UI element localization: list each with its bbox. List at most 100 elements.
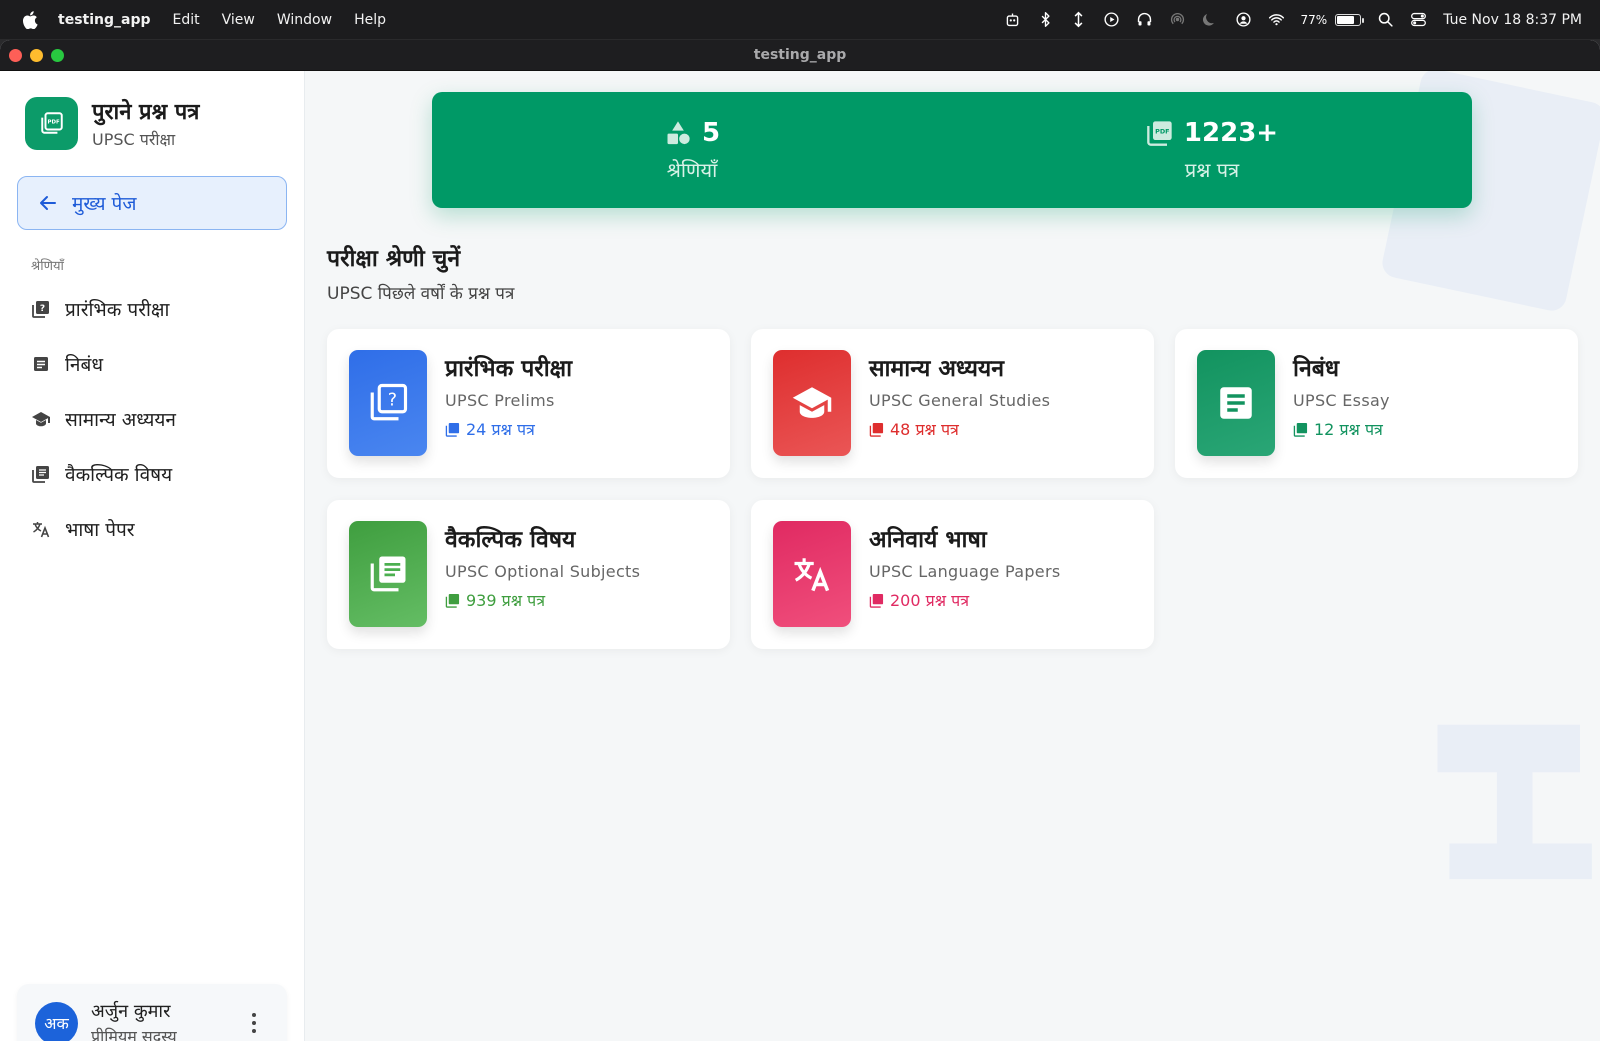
card-paper-count: 12 प्रश्न पत्र (1293, 418, 1390, 440)
menu-bar: testing_app Edit View Window Help 77% Tu… (0, 0, 1600, 39)
moon-icon[interactable] (1202, 11, 1219, 28)
sidebar-item-label: वैकल्पिक विषय (65, 463, 173, 486)
sidebar-item-optional-subjects[interactable]: वैकल्पिक विषय (20, 446, 285, 501)
papers-count: 1223+ (1183, 117, 1279, 148)
app-window: testing_app PDF पुराने प्रश्न पत्र UPSC … (0, 40, 1600, 1041)
card-paper-count: 48 प्रश्न पत्र (869, 418, 1050, 440)
pdf-logo-icon: PDF (25, 96, 78, 150)
window-controls (9, 49, 64, 62)
clock[interactable]: Tue Nov 18 8:37 PM (1443, 12, 1582, 28)
user-card[interactable]: अक अर्जुन कुमार प्रीमियम सदस्य (17, 984, 287, 1041)
card-count-label: 200 प्रश्न पत्र (890, 591, 970, 610)
quiz-icon: ? (370, 383, 408, 421)
category-card-language-papers[interactable]: अनिवार्य भाषा UPSC Language Papers 200 प… (751, 500, 1154, 649)
card-paper-count: 939 प्रश्न पत्र (445, 589, 640, 611)
card-subtitle: UPSC Language Papers (869, 562, 1061, 581)
category-nav: ? प्रारंभिक परीक्षा निबंध सामान्य अध्ययन… (20, 281, 285, 556)
sidebar-item-label: निबंध (65, 353, 104, 376)
close-window-button[interactable] (9, 49, 22, 62)
category-card-optional-subjects[interactable]: वैकल्पिक विषय UPSC Optional Subjects 939… (327, 500, 730, 649)
maximize-window-button[interactable] (51, 49, 64, 62)
library-books-icon (31, 464, 51, 484)
category-card-essay[interactable]: निबंध UPSC Essay 12 प्रश्न पत्र (1175, 329, 1578, 478)
main-content: 5 श्रेणियाँ PDF 1223+ प्रश्न पत्र परीक्ष… (305, 71, 1600, 1041)
svg-text:PDF: PDF (47, 120, 59, 126)
stats-banner: 5 श्रेणियाँ PDF 1223+ प्रश्न पत्र (432, 92, 1472, 208)
pdf-icon (1293, 422, 1308, 437)
categories-stat-label: श्रेणियाँ (666, 157, 718, 182)
minimize-window-button[interactable] (30, 49, 43, 62)
card-paper-count: 24 प्रश्न पत्र (445, 418, 572, 440)
card-subtitle: UPSC Essay (1293, 391, 1390, 410)
bluetooth-icon[interactable] (1037, 11, 1054, 28)
title-bar: testing_app (0, 40, 1600, 71)
menu-view[interactable]: View (222, 12, 255, 28)
sidebar: PDF पुराने प्रश्न पत्र UPSC परीक्षा मुख्… (0, 71, 305, 1041)
papers-stat: PDF 1223+ प्रश्न पत्र (952, 92, 1472, 208)
play-circle-icon[interactable] (1103, 11, 1120, 28)
home-button-label: मुख्य पेज (72, 193, 137, 215)
sidebar-item-language-papers[interactable]: भाषा पेपर (20, 501, 285, 556)
more-vert-icon[interactable] (251, 1013, 257, 1033)
svg-text:?: ? (40, 304, 45, 314)
card-icon-general-studies (773, 350, 851, 456)
card-icon-optional-subjects (349, 521, 427, 627)
card-paper-count: 200 प्रश्न पत्र (869, 589, 1060, 611)
sidebar-item-label: प्रारंभिक परीक्षा (65, 298, 170, 321)
airdrop-icon[interactable] (1169, 11, 1186, 28)
user-circle-icon[interactable] (1235, 11, 1252, 28)
battery-level-fill (1337, 15, 1355, 24)
card-count-label: 939 प्रश्न पत्र (466, 591, 546, 610)
brand: PDF पुराने प्रश्न पत्र UPSC परीक्षा (25, 96, 199, 150)
pdf-icon (869, 422, 884, 437)
category-card-general-studies[interactable]: सामान्य अध्ययन UPSC General Studies 48 प… (751, 329, 1154, 478)
search-icon[interactable] (1377, 11, 1394, 28)
card-title: सामान्य अध्ययन (869, 356, 1005, 382)
user-role: प्रीमियम सदस्य (91, 1027, 177, 1041)
page-subtitle: UPSC पिछले वर्षों के प्रश्न पत्र (327, 284, 515, 304)
section-heading: परीक्षा श्रेणी चुनें UPSC पिछले वर्षों क… (327, 241, 514, 304)
card-icon-language-papers (773, 521, 851, 627)
card-subtitle: UPSC Optional Subjects (445, 562, 641, 581)
page-title: परीक्षा श्रेणी चुनें (327, 246, 461, 272)
brand-subtitle: UPSC परीक्षा (92, 130, 176, 149)
menu-window[interactable]: Window (277, 12, 332, 28)
sidebar-item-label: भाषा पेपर (65, 518, 135, 541)
menu-edit[interactable]: Edit (173, 12, 200, 28)
control-center-icon[interactable] (1410, 11, 1427, 28)
battery-icon[interactable] (1335, 13, 1365, 26)
article-icon (1220, 387, 1252, 419)
pdf-icon (869, 593, 884, 608)
card-subtitle: UPSC Prelims (445, 391, 555, 410)
sidebar-item-prelims[interactable]: ? प्रारंभिक परीक्षा (20, 281, 285, 336)
categories-stat: 5 श्रेणियाँ (432, 92, 952, 208)
card-count-label: 12 प्रश्न पत्र (1314, 420, 1383, 439)
headphones-icon[interactable] (1136, 11, 1153, 28)
sidebar-item-essay[interactable]: निबंध (20, 336, 285, 391)
translate-icon (31, 519, 51, 539)
card-count-label: 48 प्रश्न पत्र (890, 420, 959, 439)
status-area: 77% Tue Nov 18 8:37 PM (1004, 0, 1582, 39)
wifi-icon[interactable] (1268, 11, 1285, 28)
sidebar-item-general-studies[interactable]: सामान्य अध्ययन (20, 391, 285, 446)
categories-section-label: श्रेणियाँ (31, 259, 64, 274)
svg-text:PDF: PDF (1155, 127, 1169, 135)
menu-app-name[interactable]: testing_app (58, 12, 151, 28)
avatar: अक (35, 1001, 78, 1041)
battery-percent: 77% (1300, 12, 1328, 27)
card-title: प्रारंभिक परीक्षा (445, 356, 573, 382)
card-title: निबंध (1293, 356, 1339, 382)
category-card-prelims[interactable]: ? प्रारंभिक परीक्षा UPSC Prelims 24 प्रश… (327, 329, 730, 478)
robot-icon[interactable] (1004, 11, 1021, 28)
article-icon (31, 354, 51, 374)
card-title: अनिवार्य भाषा (869, 527, 987, 553)
card-subtitle: UPSC General Studies (869, 391, 1051, 410)
home-button[interactable]: मुख्य पेज (17, 176, 287, 230)
sort-arrows-icon[interactable] (1070, 11, 1087, 28)
sidebar-item-label: सामान्य अध्ययन (65, 408, 176, 431)
card-icon-essay (1197, 350, 1275, 456)
menu-help[interactable]: Help (354, 12, 386, 28)
category-shapes-icon (667, 120, 690, 144)
categories-count: 5 (701, 117, 721, 148)
apple-icon[interactable] (22, 10, 38, 29)
